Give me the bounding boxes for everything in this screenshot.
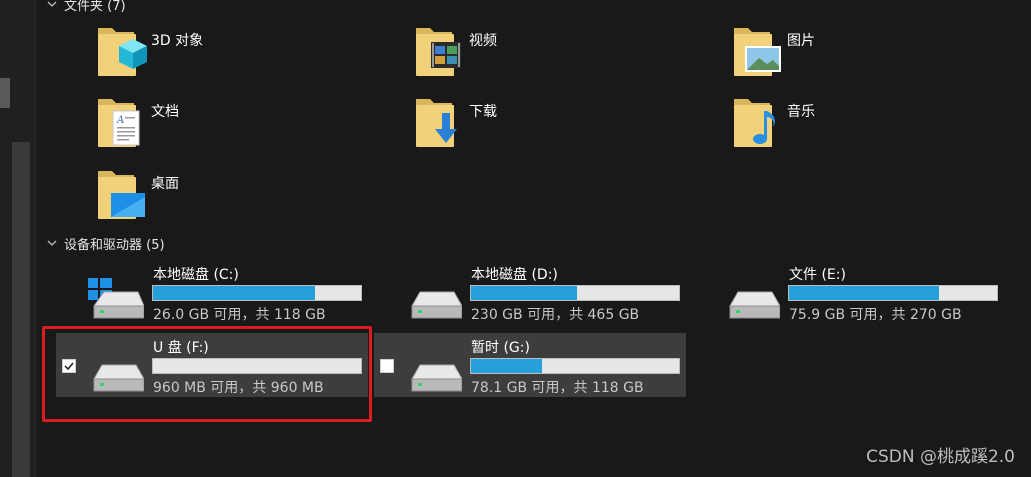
scrollbar-track[interactable] — [12, 142, 30, 477]
folder-3d-objects[interactable]: 3D 对象 — [95, 24, 395, 90]
folders-section-header[interactable]: 文件夹 (7) — [44, 0, 126, 14]
videos-folder-icon — [416, 28, 461, 76]
folder-desktop[interactable]: 桌面 — [95, 167, 395, 233]
folders-section-title: 文件夹 (7) — [64, 0, 126, 14]
folder-label: 视频 — [469, 33, 497, 49]
downloads-folder-icon — [416, 99, 457, 147]
hard-drive-icon — [729, 291, 780, 319]
chevron-down-icon — [44, 235, 60, 251]
folder-label: 文档 — [151, 104, 179, 120]
selection-checkbox[interactable] — [380, 359, 394, 373]
folder-label: 3D 对象 — [151, 33, 204, 49]
drive-name: 本地磁盘 (C:) — [153, 267, 239, 283]
annotation-highlight-box — [42, 326, 372, 422]
chevron-down-icon — [44, 0, 60, 12]
folder-downloads[interactable]: 下载 — [413, 95, 713, 161]
folder-music[interactable]: 音乐 — [731, 95, 1031, 161]
drive-space: 230 GB 可用，共 465 GB — [471, 307, 640, 323]
drives-section-header[interactable]: 设备和驱动器 (5) — [44, 233, 165, 253]
drive-space: 26.0 GB 可用，共 118 GB — [153, 307, 326, 323]
drive-name: 本地磁盘 (D:) — [471, 267, 558, 283]
desktop-folder-icon — [98, 171, 145, 219]
drive-space: 78.1 GB 可用，共 118 GB — [471, 380, 644, 396]
windows-drive-icon — [88, 278, 144, 319]
drive-name: 暂时 (G:) — [471, 340, 530, 356]
folder-label: 下载 — [469, 104, 497, 120]
capacity-bar — [788, 285, 998, 301]
music-folder-icon — [734, 99, 775, 147]
drive-d[interactable]: 本地磁盘 (D:) 230 GB 可用，共 465 GB — [398, 260, 710, 324]
drive-space: 75.9 GB 可用，共 270 GB — [789, 307, 962, 323]
svg-text:A: A — [116, 115, 124, 126]
folder-label: 音乐 — [787, 104, 815, 120]
drive-e[interactable]: 文件 (E:) 75.9 GB 可用，共 270 GB — [716, 260, 1028, 324]
scrollbar-thumb[interactable] — [0, 78, 10, 108]
folder-label: 图片 — [787, 33, 815, 49]
watermark: CSDN @桃成蹊2.0 — [866, 447, 1015, 467]
folder-videos[interactable]: 视频 — [413, 24, 713, 90]
hard-drive-icon — [411, 291, 462, 319]
documents-folder-icon: A — [98, 99, 140, 147]
pictures-folder-icon — [734, 28, 781, 76]
drive-g[interactable]: 暂时 (G:) 78.1 GB 可用，共 118 GB — [374, 333, 686, 397]
navigation-pane-edge — [0, 0, 36, 477]
folder-pictures[interactable]: 图片 — [731, 24, 1031, 90]
folder-documents[interactable]: A 文档 — [95, 95, 395, 161]
3d-objects-folder-icon — [98, 28, 147, 76]
folder-label: 桌面 — [151, 176, 179, 192]
drives-section-title: 设备和驱动器 (5) — [64, 237, 165, 253]
capacity-bar — [152, 285, 362, 301]
hard-drive-icon — [411, 364, 462, 392]
capacity-bar — [470, 285, 680, 301]
drive-c[interactable]: 本地磁盘 (C:) 26.0 GB 可用，共 118 GB — [80, 260, 392, 324]
capacity-bar — [470, 358, 680, 374]
drive-name: 文件 (E:) — [789, 267, 846, 283]
